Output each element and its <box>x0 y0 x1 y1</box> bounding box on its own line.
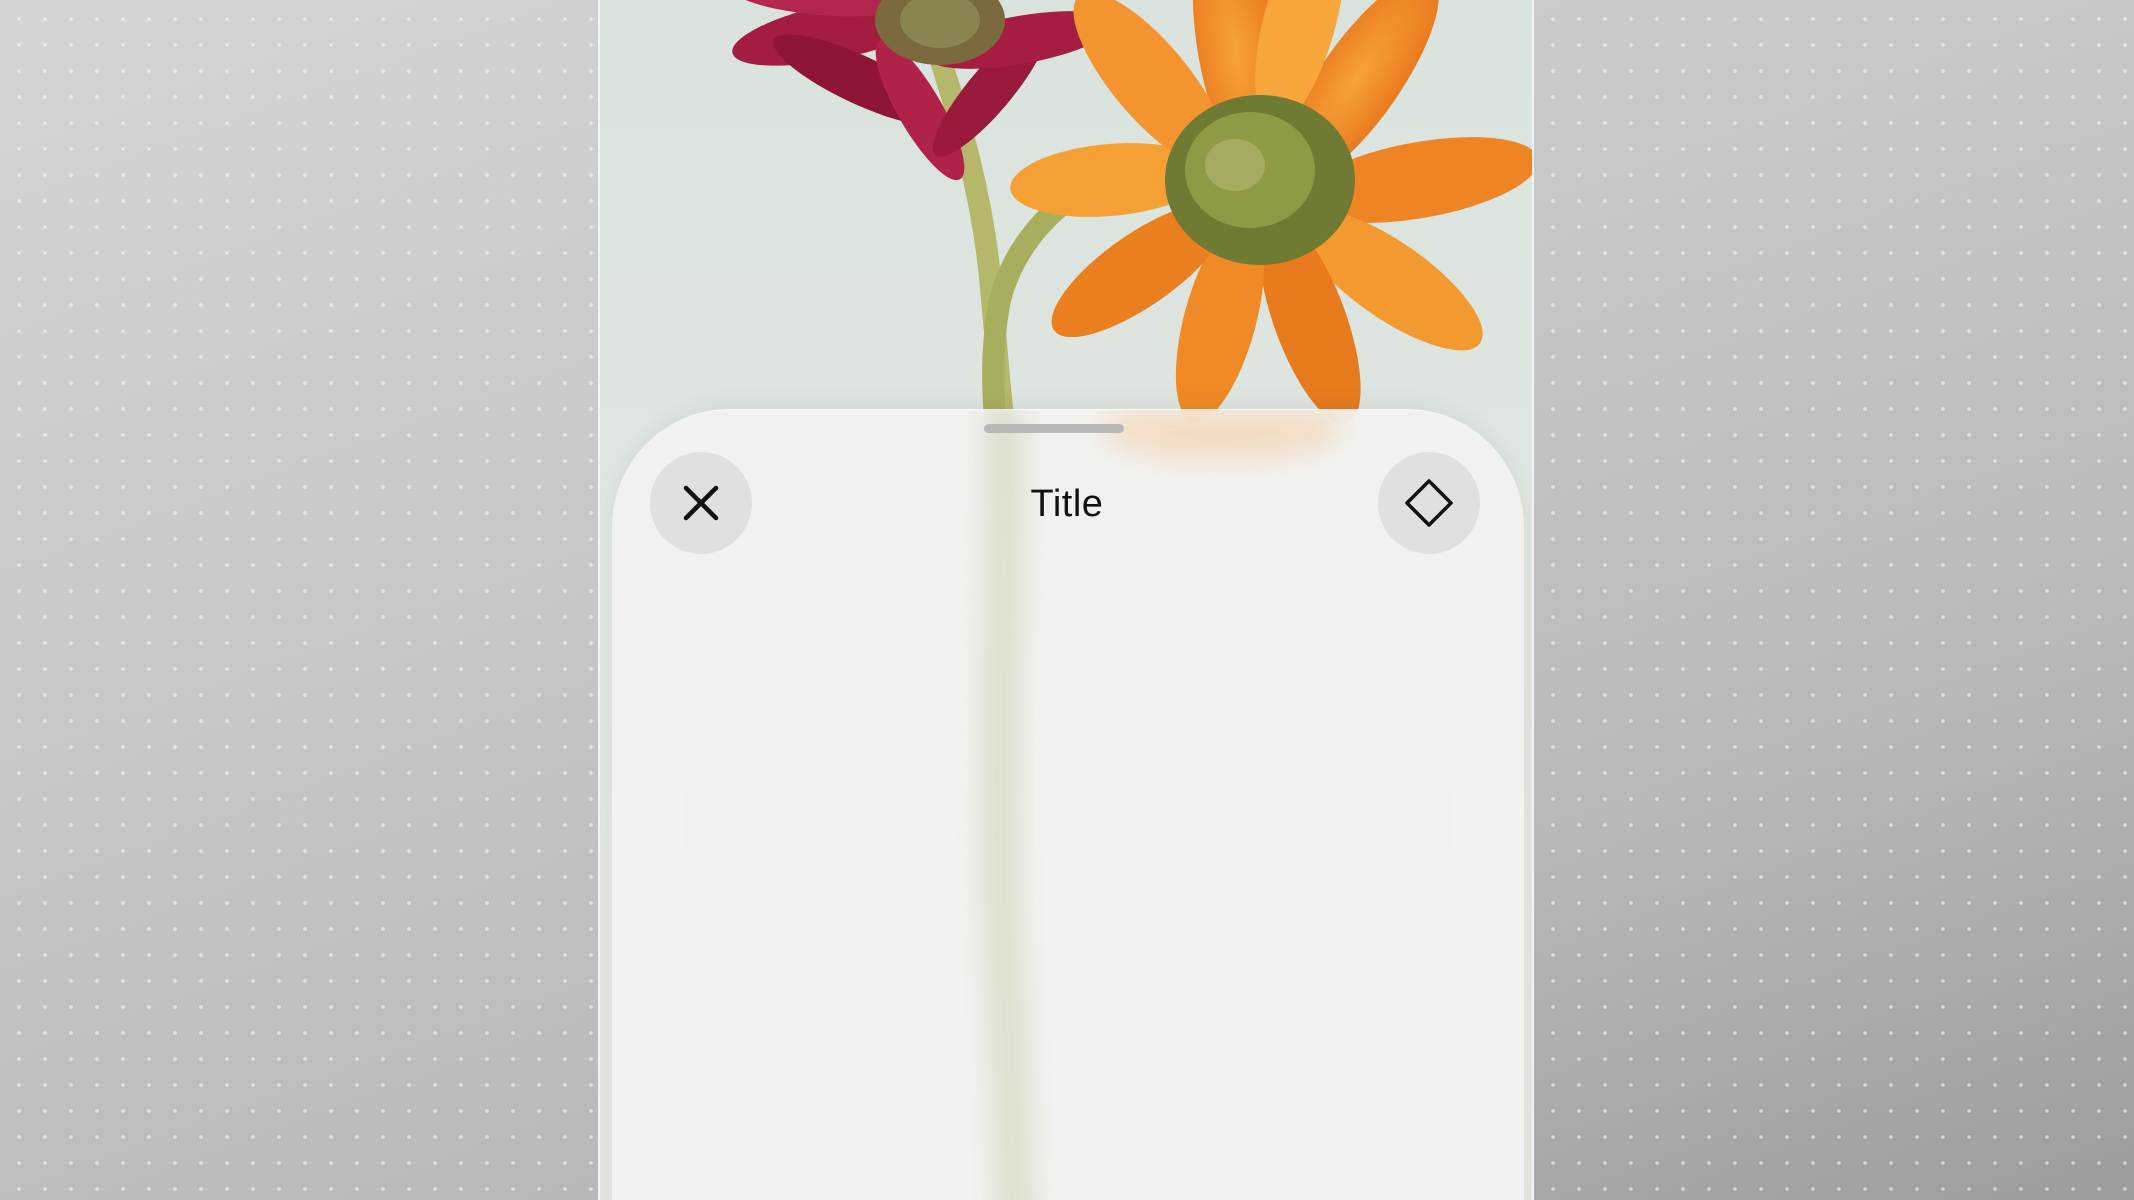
phone-screen <box>598 0 1534 1200</box>
sheet-grabber[interactable] <box>984 424 1124 433</box>
xmark-icon <box>683 485 719 521</box>
sheet-title: Title <box>1030 483 1104 525</box>
close-button[interactable] <box>650 452 752 554</box>
action-button[interactable] <box>1378 452 1480 554</box>
diamond-icon <box>1405 479 1453 527</box>
desktop-backdrop: Title <box>0 0 2134 1200</box>
